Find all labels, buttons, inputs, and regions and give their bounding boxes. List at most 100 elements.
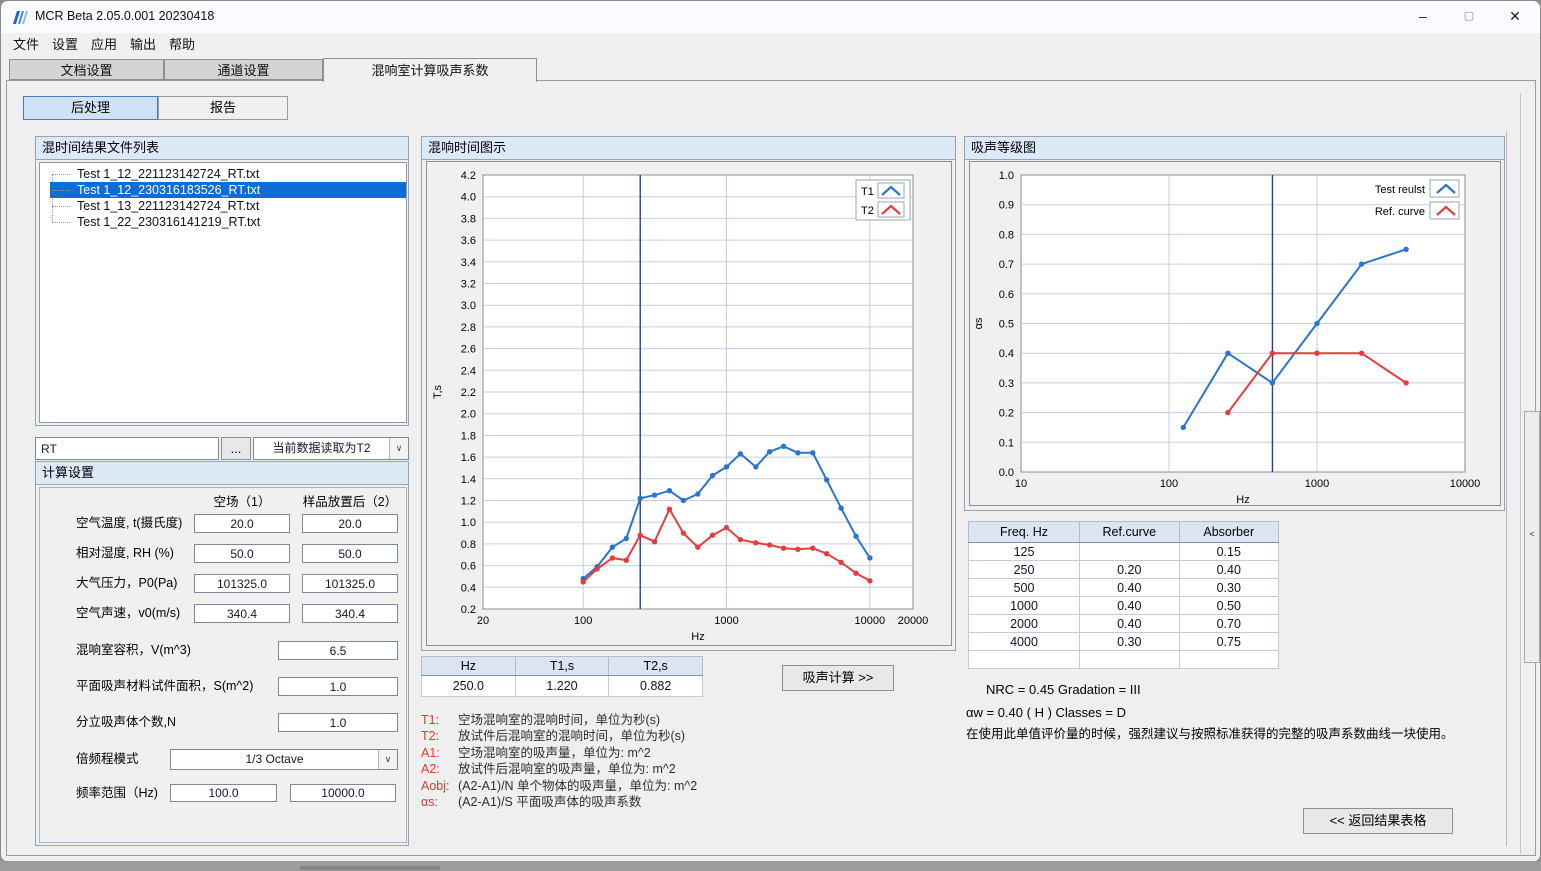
aw-result-text: αw = 0.40 ( H ) Classes = D [966, 705, 1126, 720]
field-input-with-sample[interactable] [302, 574, 398, 593]
collapse-panel-handle[interactable]: < [1524, 411, 1540, 663]
usage-note-text: 在使用此单值评价量的时候，强烈建议与按照标准获得的完整的吸声系数曲线一块使用。 [966, 723, 1454, 742]
svg-text:2.2: 2.2 [461, 387, 476, 399]
chevron-down-icon[interactable]: ∨ [378, 750, 397, 769]
freq-table-header: Absorber [1179, 522, 1278, 543]
octave-mode-dropdown[interactable]: 1/3 Octave ∨ [170, 749, 398, 770]
field-input[interactable] [278, 677, 398, 696]
freq-table-cell [1080, 651, 1179, 669]
svg-text:Ref. curve: Ref. curve [1375, 206, 1425, 218]
rt-keyword-input[interactable] [35, 437, 219, 460]
field-input-empty-room[interactable] [194, 544, 290, 563]
svg-text:10000: 10000 [1450, 478, 1481, 490]
svg-text:1.2: 1.2 [461, 496, 476, 508]
tree-connector-icon [52, 222, 70, 223]
svg-text:2.6: 2.6 [461, 344, 476, 356]
absorption-calc-button[interactable]: 吸声计算 >> [782, 665, 894, 691]
field-label: 空气声速，v0(m/s) [76, 604, 180, 623]
minimize-button[interactable]: – [1400, 1, 1446, 33]
freq-min-input[interactable] [170, 784, 277, 802]
browse-button[interactable]: ... [221, 437, 251, 460]
rt-value-table: HzT1,sT2,s 250.01.2200.882 [421, 656, 703, 697]
freq-table-cell: 4000 [969, 633, 1080, 651]
file-list[interactable]: Test 1_12_221123142724_RT.txtTest 1_12_2… [39, 162, 407, 423]
svg-text:Test reulst: Test reulst [1375, 184, 1425, 196]
freq-table-cell: 2000 [969, 615, 1080, 633]
definition-term: T1: [421, 712, 458, 728]
file-name: Test 1_12_221123142724_RT.txt [77, 167, 259, 181]
octave-mode-label: 倍频程模式 [76, 750, 139, 769]
pane-divider [1520, 93, 1521, 854]
field-label: 平面吸声材料试件面积，S(m^2) [76, 677, 253, 696]
window-title: MCR Beta 2.05.0.001 20230418 [35, 9, 214, 23]
back-to-results-button[interactable]: << 返回结果表格 [1303, 808, 1453, 834]
definition-desc: 放试件后混响室的混响时间，单位为秒(s) [458, 729, 685, 743]
tab-通道设置[interactable]: 通道设置 [164, 59, 323, 80]
definition-line: T2:放试件后混响室的混响时间，单位为秒(s) [421, 728, 697, 744]
field-input-with-sample[interactable] [302, 544, 398, 563]
menu-item-应用[interactable]: 应用 [85, 34, 123, 56]
freq-table-cell: 500 [969, 579, 1080, 597]
freq-range-label: 频率范围（Hz) [76, 784, 158, 803]
screen: MCR Beta 2.05.0.001 20230418 – ▢ ✕ 文件设置应… [0, 0, 1541, 871]
collapse-arrow-icon: < [1529, 529, 1534, 539]
menu-item-设置[interactable]: 设置 [46, 34, 84, 56]
chevron-down-icon[interactable]: ∨ [389, 438, 408, 459]
freq-table-cell: 0.30 [1080, 633, 1179, 651]
definition-term: Aobj: [421, 778, 458, 794]
tree-connector-icon [52, 206, 70, 207]
svg-text:T2: T2 [861, 205, 874, 217]
definition-desc: 空场混响室的混响时间，单位为秒(s) [458, 713, 660, 727]
file-item[interactable]: Test 1_13_221123142724_RT.txt [50, 198, 406, 214]
tab-混响室计算吸声系数[interactable]: 混响室计算吸声系数 [323, 58, 537, 82]
menu-item-文件[interactable]: 文件 [7, 34, 45, 56]
field-input-empty-room[interactable] [194, 514, 290, 533]
menu-item-输出[interactable]: 输出 [124, 34, 162, 56]
svg-text:4.2: 4.2 [461, 170, 476, 182]
tab-文档设置[interactable]: 文档设置 [9, 59, 164, 80]
freq-table-cell: 125 [969, 543, 1080, 561]
svg-text:1.6: 1.6 [461, 452, 476, 464]
svg-text:0.8: 0.8 [461, 539, 476, 551]
freq-table-row: 5000.400.30 [969, 579, 1279, 597]
field-input-with-sample[interactable] [302, 514, 398, 533]
svg-text:0.5: 0.5 [999, 319, 1014, 331]
field-input-empty-room[interactable] [194, 604, 290, 623]
field-input[interactable] [278, 641, 398, 660]
svg-text:0.8: 0.8 [999, 229, 1014, 241]
file-item[interactable]: Test 1_12_221123142724_RT.txt [50, 166, 406, 182]
subtab-报告[interactable]: 报告 [158, 96, 288, 120]
field-input-with-sample[interactable] [302, 604, 398, 623]
definition-term: αs: [421, 794, 458, 810]
file-item[interactable]: Test 1_12_230316183526_RT.txt [50, 182, 406, 198]
maximize-button[interactable]: ▢ [1446, 1, 1492, 33]
svg-text:20: 20 [477, 615, 489, 627]
definition-line: Aobj:(A2-A1)/N 单个物体的吸声量，单位为: m^2 [421, 778, 697, 794]
svg-text:100: 100 [574, 615, 592, 627]
menu-item-帮助[interactable]: 帮助 [163, 34, 201, 56]
freq-max-input[interactable] [290, 784, 396, 802]
definition-term: T2: [421, 728, 458, 744]
svg-text:4.0: 4.0 [461, 192, 476, 204]
freq-table-row: 40000.300.75 [969, 633, 1279, 651]
svg-text:0.4: 0.4 [461, 582, 476, 594]
data-read-dropdown[interactable]: 当前数据读取为T2 ∨ [253, 437, 409, 460]
octave-mode-value: 1/3 Octave [171, 750, 378, 769]
svg-text:1.0: 1.0 [999, 170, 1014, 182]
svg-text:3.6: 3.6 [461, 235, 476, 247]
svg-text:1.4: 1.4 [461, 474, 476, 486]
svg-text:Hz: Hz [691, 631, 704, 643]
file-item[interactable]: Test 1_22_230316141219_RT.txt [50, 214, 406, 230]
subtab-后处理[interactable]: 后处理 [23, 96, 158, 120]
rt-chart[interactable]: 0.20.40.60.81.01.21.41.61.82.02.22.42.62… [426, 161, 952, 646]
rating-chart[interactable]: 0.00.10.20.30.40.50.60.70.80.91.01010010… [969, 161, 1501, 506]
field-input-empty-room[interactable] [194, 574, 290, 593]
field-input[interactable] [278, 713, 398, 732]
svg-text:0.6: 0.6 [461, 561, 476, 573]
svg-text:αs: αs [973, 317, 985, 329]
background-strip [300, 866, 440, 870]
svg-text:2.4: 2.4 [461, 365, 476, 377]
close-button[interactable]: ✕ [1492, 1, 1538, 33]
calc-settings-form: 空场（1） 样品放置后（2） 空气温度, t(摄氏度)相对湿度, RH (%)大… [35, 461, 409, 846]
data-read-dropdown-value: 当前数据读取为T2 [254, 438, 389, 459]
